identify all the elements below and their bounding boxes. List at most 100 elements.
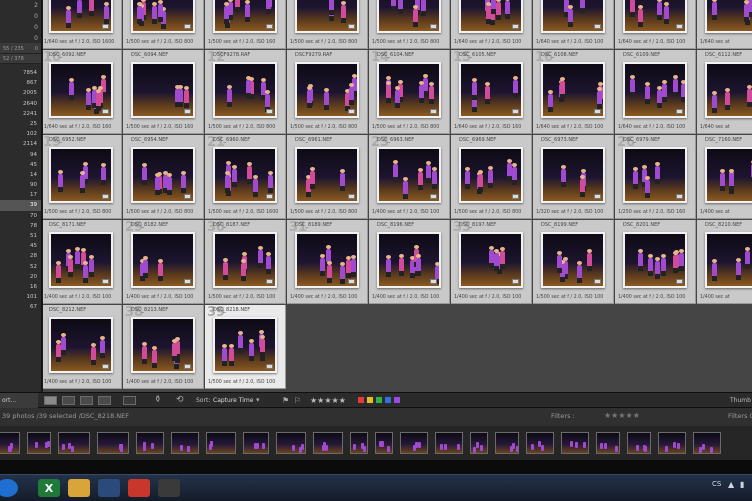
grid-view-icon[interactable] [44, 396, 57, 405]
filmstrip-thumbnail[interactable] [627, 432, 651, 454]
filmstrip-thumbnail[interactable] [658, 432, 686, 454]
photo-cell[interactable]: 29 DSC_8182.NEF 1/400 sec at f / 2.0, ISO … [123, 220, 204, 304]
photo-thumbnail[interactable] [377, 232, 441, 288]
collection-count[interactable]: 70 [0, 211, 41, 221]
photo-thumbnail[interactable] [459, 147, 523, 203]
photo-thumbnail[interactable] [623, 62, 687, 118]
filmstrip-thumbnail[interactable] [206, 432, 236, 454]
collection-count[interactable]: 51 [0, 231, 41, 241]
collection-count[interactable]: 2241 [0, 109, 41, 119]
photo-cell[interactable]: 26 DSC_6979.NEF 1/250 sec at f / 2.0, ISO … [615, 135, 696, 219]
photo-thumbnail[interactable] [295, 232, 359, 288]
photo-cell[interactable]: DSC_7160.NEF 1/400 sec at [697, 135, 752, 219]
photo-thumbnail[interactable] [49, 232, 113, 288]
photo-thumbnail[interactable] [131, 147, 195, 203]
photo-thumbnail[interactable] [49, 147, 113, 203]
collection-count[interactable]: 39 [0, 200, 41, 211]
photo-cell[interactable]: 23 DSC_6963.NEF 1/400 sec at f / 2.0, ISO … [369, 135, 450, 219]
photo-thumbnail[interactable] [49, 0, 113, 33]
photo-thumbnail[interactable] [213, 317, 277, 373]
photo-cell[interactable]: 33 DSC_8197.NEF 1/400 sec at f / 2.0, ISO … [451, 220, 532, 304]
photo-cell[interactable]: 1/500 sec at f / 2.0, ISO 800 [123, 0, 204, 49]
compare-view-icon[interactable] [80, 396, 93, 405]
photo-thumbnail[interactable] [459, 0, 523, 33]
photo-thumbnail[interactable] [705, 232, 752, 288]
filmstrip-thumbnail[interactable] [276, 432, 306, 454]
photo-thumbnail[interactable] [377, 0, 441, 33]
collection-count[interactable]: 2640 [0, 99, 41, 109]
filmstrip-thumbnail[interactable] [435, 432, 463, 454]
filmstrip-thumbnail[interactable] [400, 432, 428, 454]
collection-count[interactable]: 867 [0, 78, 41, 88]
photo-thumbnail[interactable] [131, 317, 195, 373]
photo-thumbnail[interactable] [705, 147, 752, 203]
photo-thumbnail[interactable] [295, 147, 359, 203]
collection-count[interactable]: 2114 [0, 139, 41, 149]
photo-cell[interactable]: DSC_6112.NEF 1/640 sec at [697, 50, 752, 134]
photo-thumbnail[interactable] [213, 62, 277, 118]
photo-cell[interactable]: DSC_6109.NEF 1/640 sec at f / 2.0, ISO 10… [615, 50, 696, 134]
filters-off-dropdown[interactable]: Filters Of [728, 408, 752, 424]
collection-count[interactable]: 2005 [0, 88, 41, 98]
filmstrip-thumbnail[interactable] [350, 432, 368, 454]
photo-cell[interactable]: DSC_8196.NEF 1/400 sec at f / 2.0, ISO 10… [369, 220, 450, 304]
photo-thumbnail[interactable] [459, 232, 523, 288]
filmstrip-thumbnail[interactable] [0, 432, 20, 454]
filmstrip-thumbnail[interactable] [243, 432, 269, 454]
color-label-swatch[interactable] [358, 397, 364, 403]
photo-cell[interactable]: 1/640 sec at [697, 0, 752, 49]
photo-thumbnail[interactable] [541, 62, 605, 118]
filmstrip-thumbnail[interactable] [313, 432, 343, 454]
photo-thumbnail[interactable] [377, 62, 441, 118]
photo-thumbnail[interactable] [213, 0, 277, 33]
filmstrip-thumbnail[interactable] [561, 432, 589, 454]
photo-cell[interactable]: DSC_8201.NEF 1/400 sec at f / 2.0, ISO 10… [615, 220, 696, 304]
filmstrip-thumbnail[interactable] [526, 432, 554, 454]
sort-panel-label[interactable]: ort... [0, 393, 38, 408]
photo-cell[interactable]: 21 DSC_6960.NEF 1/500 sec at f / 2.0, ISO … [205, 135, 286, 219]
photo-thumbnail[interactable] [705, 0, 752, 33]
photo-cell[interactable]: DSC_8171.NEF 1/400 sec at f / 2.0, ISO 10… [43, 220, 122, 304]
filmstrip-thumbnail[interactable] [58, 432, 90, 454]
collection-count[interactable]: 101 [0, 292, 41, 302]
collection-count[interactable]: 94 [0, 150, 41, 160]
photo-cell[interactable]: 10 DSC_6092.NEF 1/640 sec at f / 2.0, ISO … [43, 50, 122, 134]
photo-thumbnail[interactable] [623, 147, 687, 203]
photo-cell[interactable]: DSC_8199.NEF 1/500 sec at f / 2.0, ISO 10… [533, 220, 614, 304]
collection-count[interactable]: 90 [0, 180, 41, 190]
chevron-down-icon[interactable]: ▾ [256, 393, 260, 408]
filmstrip-thumbnail[interactable] [495, 432, 519, 454]
photo-cell[interactable]: 16 DSC_6108.NEF 1/640 sec at f / 2.0, ISO … [533, 50, 614, 134]
photo-thumbnail[interactable] [295, 62, 359, 118]
photo-thumbnail[interactable] [295, 0, 359, 33]
photo-cell[interactable]: 1/640 sec at f / 2.0, ISO 1600 [43, 0, 122, 49]
filmstrip-thumbnail[interactable] [596, 432, 620, 454]
collection-count[interactable]: 45 [0, 241, 41, 251]
photo-cell[interactable]: 1/640 sec at f / 2.0, ISO 100 [533, 0, 614, 49]
collection-count[interactable]: 78 [0, 221, 41, 231]
photo-cell[interactable]: 1/500 sec at f / 2.0, ISO 800 [369, 0, 450, 49]
filmstrip-thumbnail[interactable] [27, 432, 51, 454]
filmstrip-thumbnail[interactable] [136, 432, 164, 454]
photo-thumbnail[interactable] [623, 232, 687, 288]
photo-thumbnail[interactable] [131, 232, 195, 288]
photo-thumbnail[interactable] [131, 62, 195, 118]
photo-cell[interactable]: 1/640 sec at f / 2.0, ISO 100 [615, 0, 696, 49]
photo-cell[interactable]: 19 DSC_6952.NEF 1/500 sec at f / 2.0, ISO … [43, 135, 122, 219]
filmstrip-thumbnail[interactable] [97, 432, 129, 454]
photo-cell[interactable]: 15 DSC_6105.NEF 1/640 sec at f / 2.0, ISO … [451, 50, 532, 134]
chrome-icon[interactable] [128, 479, 150, 497]
collection-count[interactable]: 16 [0, 282, 41, 292]
survey-view-icon[interactable] [98, 396, 111, 405]
color-label-swatch[interactable] [385, 397, 391, 403]
collection-count[interactable]: 45 [0, 160, 41, 170]
collection-count[interactable]: 52 [0, 262, 41, 272]
collection-count[interactable]: 102 [0, 129, 41, 139]
collection-count[interactable]: 14 [0, 170, 41, 180]
rotate-icon[interactable]: ⟲ [176, 393, 184, 408]
photo-grid[interactable]: 1/640 sec at f / 2.0, ISO 1600 1/500 sec … [43, 0, 752, 392]
filter-stars[interactable]: ★★★★★ [604, 408, 640, 424]
collection-count[interactable]: 7854 [0, 68, 41, 78]
photo-cell[interactable]: DSCF9279.RAF 1/500 sec at f / 2.0, ISO 80… [287, 50, 368, 134]
filmstrip-thumbnail[interactable] [375, 432, 393, 454]
